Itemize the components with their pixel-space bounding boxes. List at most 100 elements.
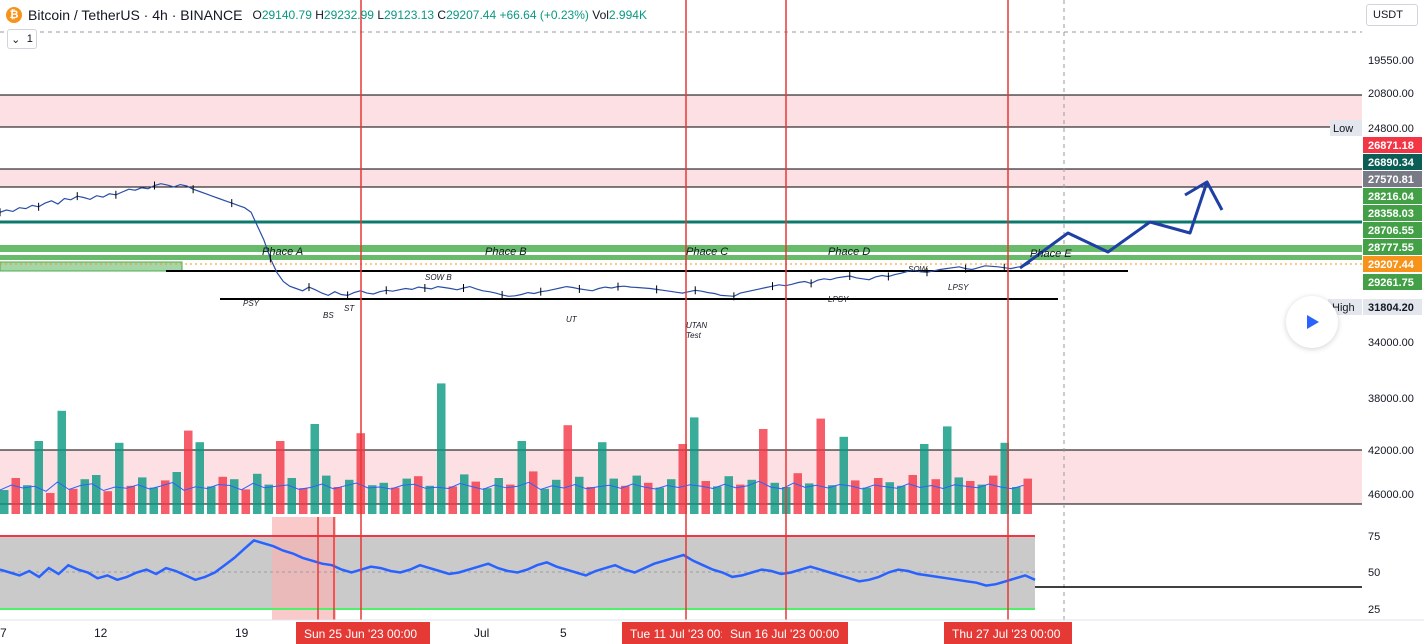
symbol-title[interactable]: Bitcoin / TetherUS · 4h · BINANCE	[28, 7, 242, 23]
volume-bar	[230, 479, 239, 514]
volume-bar	[103, 491, 112, 514]
rsi-tick-label: 75	[1368, 531, 1380, 543]
time-highlight-label: Sun 16 Jul '23 00:00	[730, 627, 839, 641]
volume-bar	[793, 473, 802, 514]
volume-bar	[874, 478, 883, 514]
wyckoff-annotation: Phace B	[485, 246, 527, 258]
volume-bar	[908, 475, 917, 514]
price-label: 26890.34	[1368, 157, 1415, 169]
volume-bar	[977, 484, 986, 514]
volume-bar	[448, 486, 457, 514]
wyckoff-annotation: Test	[686, 331, 702, 340]
price-chart[interactable]: Phace A Phace B Phace C Phace D Phace E PSY BS…	[0, 0, 1424, 644]
volume-bar	[483, 488, 492, 514]
wyckoff-annotation: ST	[344, 304, 355, 313]
volume-bar	[828, 485, 837, 514]
volume-bar	[402, 478, 411, 514]
indicator-toggle[interactable]: ⌄ 1	[7, 29, 37, 49]
volume-bar	[276, 441, 285, 514]
wyckoff-annotation: LPSY	[948, 283, 969, 292]
time-tick-label: 19	[235, 626, 249, 640]
wyckoff-annotation: Phace C	[686, 246, 728, 258]
volume-bar	[586, 487, 595, 514]
wyckoff-annotation: UTAN	[686, 321, 707, 330]
volume-bar	[690, 417, 699, 514]
volume-bar	[333, 487, 342, 514]
volume-bar	[241, 489, 250, 514]
volume-bar	[149, 487, 158, 514]
volume-bar	[862, 487, 871, 514]
play-icon	[1307, 315, 1319, 329]
volume-bar	[655, 487, 664, 514]
volume-bar	[264, 484, 273, 514]
volume-bar	[46, 493, 55, 514]
volume-bar	[287, 478, 296, 514]
volume-bar	[713, 486, 722, 514]
volume-bar	[1023, 478, 1032, 514]
volume-bar	[138, 477, 147, 514]
price-tick-label: 42000.00	[1368, 445, 1414, 457]
volume-bar	[931, 479, 940, 514]
volume-bar	[736, 484, 745, 514]
volume-bar	[563, 425, 572, 514]
price-tick-label: 20800.00	[1368, 88, 1414, 100]
price-tick-label: 46000.00	[1368, 489, 1414, 501]
wyckoff-annotation: SOW B	[425, 273, 452, 282]
price-label: 31804.20	[1368, 302, 1414, 314]
price-label: 29261.75	[1368, 277, 1414, 289]
volume-bar	[494, 478, 503, 514]
volume-bar	[851, 480, 860, 514]
volume-bar	[897, 485, 906, 514]
time-tick-label: 12	[94, 626, 108, 640]
volume-bar	[529, 471, 538, 514]
volume-bar	[391, 487, 400, 514]
price-tick-label: 24800.00	[1368, 123, 1414, 135]
wyckoff-annotation: Phace D	[828, 246, 870, 258]
volume-bar	[506, 484, 515, 514]
resistance-zone	[0, 95, 1362, 127]
rsi-tick-label: 50	[1368, 567, 1380, 579]
rsi-overbought-highlight	[272, 517, 336, 620]
volume-bar	[667, 479, 676, 514]
volume-bar	[34, 441, 43, 514]
time-highlight-label: Sun 25 Jun '23 00:00	[304, 627, 417, 641]
volume-bar	[207, 486, 216, 514]
currency-select[interactable]: USDT	[1366, 4, 1418, 26]
volume-bar	[632, 475, 641, 514]
volume-bar	[310, 424, 319, 514]
volume-bar	[759, 429, 768, 514]
volume-bar	[172, 472, 181, 514]
volume-bar	[57, 410, 66, 514]
volume-bar	[69, 488, 78, 514]
rsi-pane	[0, 517, 1362, 620]
volume-bar	[460, 474, 469, 514]
volume-bar	[184, 430, 193, 514]
volume-bar	[816, 418, 825, 514]
green-level-2	[0, 255, 1362, 260]
volume-bar	[322, 475, 331, 514]
volume-bar	[0, 490, 9, 514]
volume-bar	[552, 479, 561, 514]
time-tick-label: 5	[560, 626, 567, 640]
volume-bar	[621, 485, 630, 514]
supply-zone	[0, 169, 1362, 187]
volume-bar	[989, 475, 998, 514]
volume-bar	[943, 426, 952, 514]
volume-bar	[253, 473, 262, 514]
volume-bar	[598, 442, 607, 514]
time-axis: 7 12 19 Jul 5 Sun 25 Jun '23 00:00 Tue 11 Jul …	[0, 619, 1424, 644]
volume-bar	[954, 477, 963, 514]
volume-bar	[11, 478, 20, 514]
wyckoff-annotation: BS	[323, 311, 334, 320]
volume-bar	[368, 485, 377, 514]
price-label: 28216.04	[1368, 191, 1415, 203]
volume-bar	[126, 485, 135, 514]
wyckoff-annotation: PSY	[243, 299, 260, 308]
price-tick-label: 19550.00	[1368, 55, 1414, 67]
volume-bar	[966, 481, 975, 514]
volume-bar	[517, 441, 526, 514]
wyckoff-annotation: UT	[566, 315, 578, 324]
volume-bar	[218, 476, 227, 514]
price-label: 28358.03	[1368, 208, 1414, 220]
play-button[interactable]	[1286, 296, 1338, 348]
